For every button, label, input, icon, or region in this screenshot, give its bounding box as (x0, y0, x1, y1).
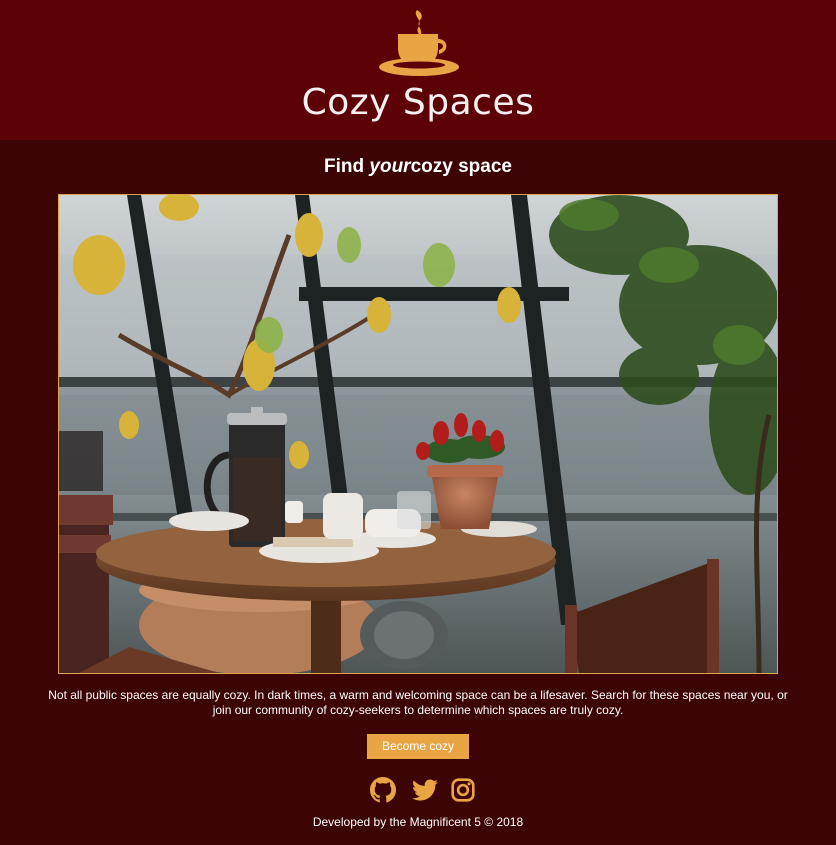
cafe-table-photo (59, 195, 777, 673)
github-link[interactable] (370, 777, 396, 803)
brand-title: Cozy Spaces (301, 82, 535, 123)
social-links (370, 777, 476, 803)
intro-paragraph: Not all public spaces are equally cozy. … (48, 688, 788, 717)
site-header: Cozy Spaces (0, 0, 836, 140)
become-cozy-button[interactable]: Become cozy (367, 734, 469, 759)
tagline-emphasis: your (369, 156, 411, 177)
page-title: Find yourcozy space (0, 154, 836, 180)
twitter-link[interactable] (412, 777, 438, 803)
tagline-prefix: Find (324, 156, 370, 177)
twitter-icon (412, 779, 438, 801)
footer-credit: Developed by the Magnificent 5 © 2018 (312, 815, 524, 829)
instagram-link[interactable] (450, 777, 476, 803)
github-icon (370, 777, 396, 803)
coffee-cup-icon[interactable] (376, 8, 462, 80)
hero-image (58, 194, 778, 674)
tagline-suffix: cozy space (410, 156, 512, 177)
instagram-icon (451, 778, 475, 802)
